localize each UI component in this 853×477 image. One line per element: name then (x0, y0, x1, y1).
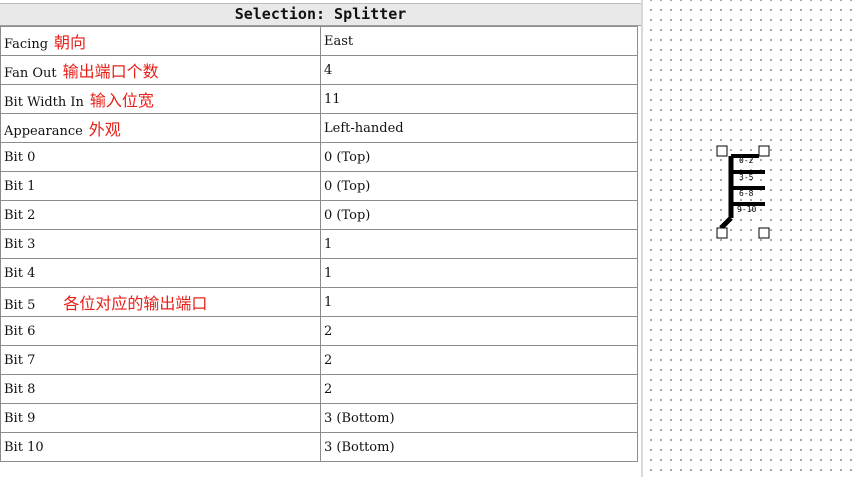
attr-value-facing[interactable]: East (320, 26, 638, 56)
attribute-panel: Selection: Splitter Facing 朝向 East Fan Ou… (0, 0, 641, 477)
annotation-note: 朝向 (54, 33, 87, 52)
table-row: Bit 2 0 (Top) (0, 200, 638, 230)
attr-key: Bit 5 (4, 298, 36, 313)
attr-value-bit[interactable]: 2 (320, 316, 638, 346)
table-row: Bit 4 1 (0, 258, 638, 288)
table-row: Bit 3 1 (0, 229, 638, 259)
attr-value-fan-out[interactable]: 4 (320, 55, 638, 85)
table-row: Bit 9 3 (Bottom) (0, 403, 638, 433)
attr-value-bit[interactable]: 0 (Top) (320, 142, 638, 172)
selection-handle-bottom-right[interactable] (758, 227, 770, 239)
annotation-note: 各位对应的输出端口 (63, 294, 208, 313)
table-row: Appearance 外观 Left-handed (0, 113, 638, 143)
attr-key-cell: Bit Width In 输入位宽 (0, 84, 321, 114)
attr-value-bit[interactable]: 0 (Top) (320, 171, 638, 201)
splitter-output-label: 3-5 (739, 173, 754, 182)
annotation-note: 输出端口个数 (62, 62, 159, 81)
splitter-output-label: 6-8 (739, 189, 754, 198)
attr-value-bit-width[interactable]: 11 (320, 84, 638, 114)
attr-key: Bit 0 (0, 142, 321, 172)
attribute-table: Facing 朝向 East Fan Out 输出端口个数 4 Bit Width … (0, 26, 638, 462)
attr-value-appearance[interactable]: Left-handed (320, 113, 638, 143)
selection-handle-bottom-left[interactable] (716, 227, 728, 239)
panel-title: Selection: Splitter (0, 3, 641, 26)
attr-value-bit[interactable]: 1 (320, 258, 638, 288)
attr-value-bit[interactable]: 3 (Bottom) (320, 432, 638, 462)
attr-key: Bit 2 (0, 200, 321, 230)
attr-key: Appearance (4, 124, 83, 139)
attr-value-bit[interactable]: 1 (320, 287, 638, 317)
attr-key: Bit 7 (0, 345, 321, 375)
table-row: Bit 0 0 (Top) (0, 142, 638, 172)
attr-key: Bit 4 (0, 258, 321, 288)
attr-key-cell: Facing 朝向 (0, 26, 321, 56)
selection-handle-top-right[interactable] (758, 145, 770, 157)
splitter-input-wire (719, 216, 733, 230)
annotation-note: 输入位宽 (89, 91, 154, 110)
annotation-note: 外观 (88, 120, 121, 139)
attr-key-cell: Fan Out 输出端口个数 (0, 55, 321, 85)
circuit-canvas[interactable]: 0-2 3-5 6-8 9-10 (643, 0, 853, 477)
attr-key: Bit 6 (0, 316, 321, 346)
table-row: Bit 1 0 (Top) (0, 171, 638, 201)
attr-key: Bit 10 (0, 432, 321, 462)
attr-value-bit[interactable]: 2 (320, 345, 638, 375)
attr-key: Fan Out (4, 66, 57, 81)
splitter-output-label: 9-10 (737, 205, 756, 214)
table-row: Bit Width In 输入位宽 11 (0, 84, 638, 114)
attr-key-cell: Bit 5 各位对应的输出端口 (0, 287, 321, 317)
attr-key: Bit 8 (0, 374, 321, 404)
attr-key-cell: Appearance 外观 (0, 113, 321, 143)
attr-value-bit[interactable]: 3 (Bottom) (320, 403, 638, 433)
splitter-output-label: 0-2 (739, 156, 754, 165)
table-row: Bit 8 2 (0, 374, 638, 404)
selection-handle-top-left[interactable] (716, 145, 728, 157)
attr-key: Bit Width In (4, 95, 84, 110)
table-row: Fan Out 输出端口个数 4 (0, 55, 638, 85)
attr-key: Facing (4, 37, 49, 52)
table-row: Facing 朝向 East (0, 26, 638, 56)
attr-value-bit[interactable]: 0 (Top) (320, 200, 638, 230)
table-row: Bit 7 2 (0, 345, 638, 375)
attr-key: Bit 1 (0, 171, 321, 201)
splitter-component[interactable]: 0-2 3-5 6-8 9-10 (713, 142, 779, 244)
table-row: Bit 6 2 (0, 316, 638, 346)
attr-key: Bit 3 (0, 229, 321, 259)
attr-key: Bit 9 (0, 403, 321, 433)
attr-value-bit[interactable]: 2 (320, 374, 638, 404)
attr-value-bit[interactable]: 1 (320, 229, 638, 259)
table-row: Bit 5 各位对应的输出端口 1 (0, 287, 638, 317)
table-row: Bit 10 3 (Bottom) (0, 432, 638, 462)
